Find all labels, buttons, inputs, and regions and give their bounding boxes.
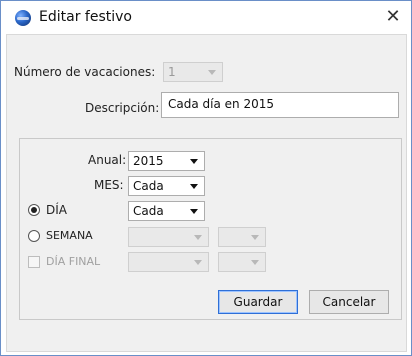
num-vacaciones-label: Número de vacaciones: — [14, 65, 156, 79]
chevron-down-icon — [190, 209, 198, 214]
dia-final-label: DÍA FINAL — [46, 255, 101, 268]
chevron-down-icon — [194, 260, 202, 265]
guardar-button[interactable]: Guardar — [218, 290, 298, 314]
semana-select-1 — [128, 227, 209, 247]
close-button[interactable]: ✕ — [383, 7, 403, 27]
title-bar: Editar festivo ✕ — [1, 1, 411, 34]
app-globe-icon — [15, 10, 31, 26]
semana-label: SEMANA — [46, 229, 93, 242]
dia-final-checkbox — [28, 256, 40, 268]
dia-label: DÍA — [46, 203, 67, 217]
chevron-down-icon — [190, 184, 198, 189]
dialog-body: Número de vacaciones: 1 Descripción: Cad… — [6, 34, 407, 352]
dia-final-select-2 — [218, 252, 266, 272]
descripcion-value: Cada día en 2015 — [168, 97, 274, 111]
anual-value: 2015 — [133, 154, 164, 168]
descripcion-field[interactable]: Cada día en 2015 — [161, 92, 399, 118]
descripcion-label: Descripción: — [85, 101, 160, 115]
dialog-title: Editar festivo — [39, 9, 132, 25]
schedule-group: Anual: 2015 MES: Cada DÍA Cada SEMANA DÍ… — [19, 138, 402, 320]
chevron-down-icon — [194, 235, 202, 240]
semana-select-2 — [218, 227, 266, 247]
mes-select[interactable]: Cada — [128, 176, 205, 196]
num-vacaciones-select: 1 — [163, 62, 223, 82]
mes-label: MES: — [94, 178, 124, 192]
dia-final-select-1 — [128, 252, 209, 272]
num-vacaciones-value: 1 — [168, 65, 176, 79]
dia-select[interactable]: Cada — [128, 201, 205, 221]
cancelar-button[interactable]: Cancelar — [309, 290, 389, 314]
chevron-down-icon — [251, 260, 259, 265]
mes-value: Cada — [133, 179, 164, 193]
anual-label: Anual: — [88, 153, 127, 167]
chevron-down-icon — [208, 70, 216, 75]
anual-select[interactable]: 2015 — [128, 151, 205, 171]
edit-holiday-dialog: Editar festivo ✕ Número de vacaciones: 1… — [0, 0, 412, 356]
semana-radio[interactable] — [28, 230, 40, 242]
dia-radio[interactable] — [28, 204, 40, 216]
dia-value: Cada — [133, 204, 164, 218]
chevron-down-icon — [190, 159, 198, 164]
chevron-down-icon — [251, 235, 259, 240]
